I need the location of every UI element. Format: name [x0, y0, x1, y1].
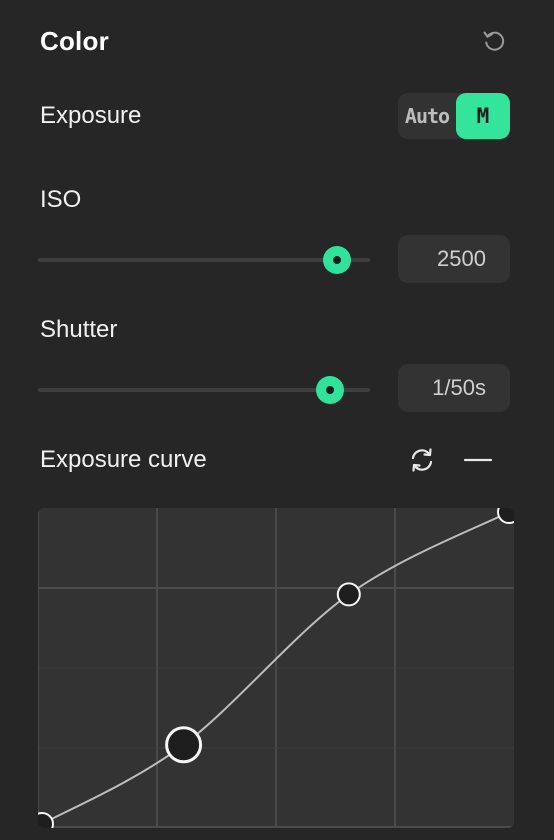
shutter-slider[interactable] — [38, 376, 370, 404]
curve-collapse-button[interactable] — [462, 444, 494, 476]
curve-grid — [38, 508, 514, 828]
shutter-slider-thumb[interactable] — [316, 376, 345, 404]
panel-title: Color — [40, 26, 109, 56]
iso-label: ISO — [40, 186, 82, 213]
curve-canvas[interactable] — [38, 508, 514, 828]
exposure-label: Exposure — [40, 102, 142, 129]
exposure-curve-label: Exposure curve — [40, 446, 207, 473]
refresh-icon — [411, 448, 433, 472]
iso-slider[interactable] — [38, 246, 370, 274]
curve-point[interactable] — [38, 812, 54, 828]
curve-refresh-button[interactable] — [406, 444, 438, 476]
color-panel: Color Exposure Auto M ISO 2500 Shutter 1… — [0, 0, 554, 840]
iso-value-field[interactable]: 2500 — [398, 235, 510, 283]
curve-point[interactable] — [497, 508, 514, 524]
curve-point-selected[interactable] — [165, 726, 203, 764]
exposure-auto-option[interactable]: Auto — [398, 93, 456, 139]
exposure-curve-editor[interactable] — [38, 508, 514, 828]
iso-slider-track — [38, 258, 370, 262]
exposure-mode-toggle: Auto M — [398, 93, 510, 139]
shutter-label: Shutter — [40, 316, 118, 343]
shutter-value-field[interactable]: 1/50s — [398, 364, 510, 412]
curve-point[interactable] — [336, 582, 361, 607]
reset-button[interactable] — [478, 24, 510, 56]
iso-slider-thumb[interactable] — [322, 246, 351, 274]
reset-icon — [483, 31, 505, 51]
minus-icon — [463, 458, 493, 462]
exposure-manual-option[interactable]: M — [456, 93, 510, 139]
